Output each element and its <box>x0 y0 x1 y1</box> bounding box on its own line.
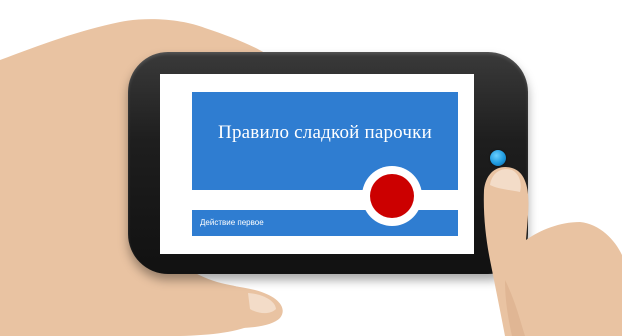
photo-scene: Правило сладкой парочки Действие первое <box>0 0 622 336</box>
right-hand <box>483 166 622 336</box>
